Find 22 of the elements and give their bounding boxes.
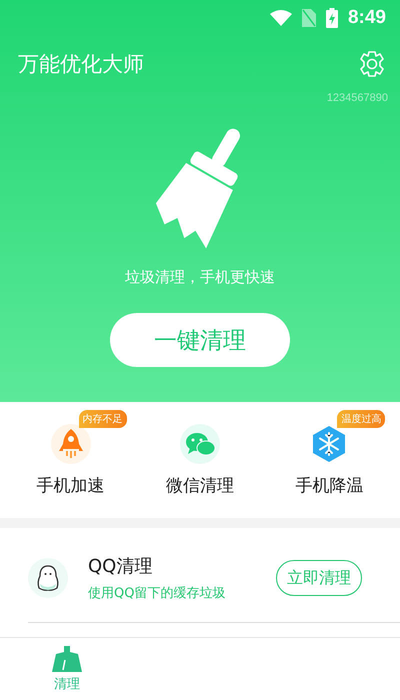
battery-charging-icon [326, 8, 338, 28]
feature-label: 手机加速 [36, 474, 105, 496]
penguin-icon [28, 558, 68, 598]
no-sim-icon [302, 9, 316, 27]
feature-item[interactable]: 内存不足 手机加速 [10, 408, 131, 496]
status-time: 8:49 [348, 7, 386, 29]
warning-badge: 内存不足 [78, 410, 127, 428]
rocket-icon [50, 424, 91, 464]
chat-bubbles-icon [180, 424, 220, 464]
wifi-icon [270, 10, 292, 26]
feature-item[interactable]: 微信清理 [140, 408, 260, 496]
feature-label: 手机降温 [295, 474, 364, 496]
slogan-text: 垃圾清理，手机更快速 [124, 268, 276, 287]
feature-label: 微信清理 [166, 474, 234, 496]
app-title: 万能优化大师 [18, 51, 144, 78]
item-title: QQ清理 [88, 555, 154, 578]
item-subtitle: 使用QQ留下的缓存垃圾 [88, 585, 226, 602]
feature-item[interactable]: 温度过高 手机降温 [269, 408, 390, 496]
warning-badge: 温度过高 [337, 410, 386, 428]
settings-icon[interactable] [358, 50, 386, 78]
device-code: 1234567890 [326, 92, 388, 106]
broom-icon [52, 646, 82, 672]
